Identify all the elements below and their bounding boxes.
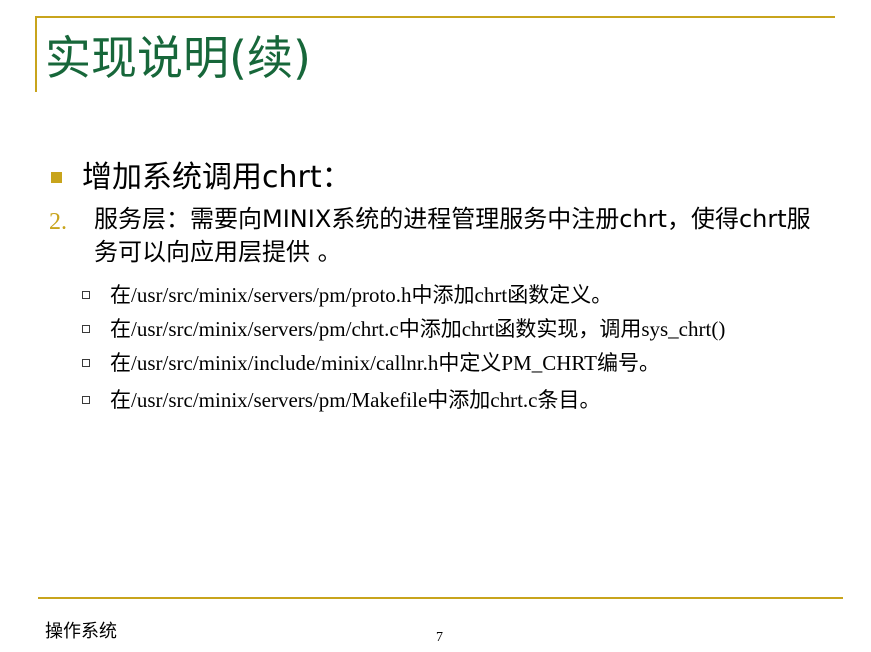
item-number: 2. [49,209,67,235]
page-number: 7 [436,630,443,645]
square-bullet-icon [51,172,62,183]
list-item: 在/usr/src/minix/include/minix/callnr.h中定… [82,346,660,380]
hollow-square-bullet-icon [82,325,90,333]
list-item-text: 在/usr/src/minix/servers/pm/Makefile中添加ch… [110,388,601,412]
slide-title: 实现说明(续) [45,31,311,85]
bullet-heading: 增加系统调用chrt： [82,160,352,195]
bottom-rule [38,597,843,599]
list-item-text: 在/usr/src/minix/servers/pm/proto.h中添加chr… [110,283,613,307]
footer-label: 操作系统 [45,621,117,642]
top-rule-vertical [35,16,37,92]
list-item-text: 在/usr/src/minix/include/minix/callnr.h中定… [110,351,660,375]
hollow-square-bullet-icon [82,396,90,404]
list-item: 在/usr/src/minix/servers/pm/proto.h中添加chr… [82,278,612,312]
list-item-text: 在/usr/src/minix/servers/pm/chrt.c中添加chrt… [110,317,726,341]
top-rule-horizontal [35,16,835,18]
hollow-square-bullet-icon [82,291,90,299]
item-text: 服务层：需要向MINIX系统的进程管理服务中注册chrt，使得chrt服务可以向… [94,205,811,266]
hollow-square-bullet-icon [82,359,90,367]
list-item: 在/usr/src/minix/servers/pm/Makefile中添加ch… [82,383,601,417]
list-item: 在/usr/src/minix/servers/pm/chrt.c中添加chrt… [82,312,725,346]
